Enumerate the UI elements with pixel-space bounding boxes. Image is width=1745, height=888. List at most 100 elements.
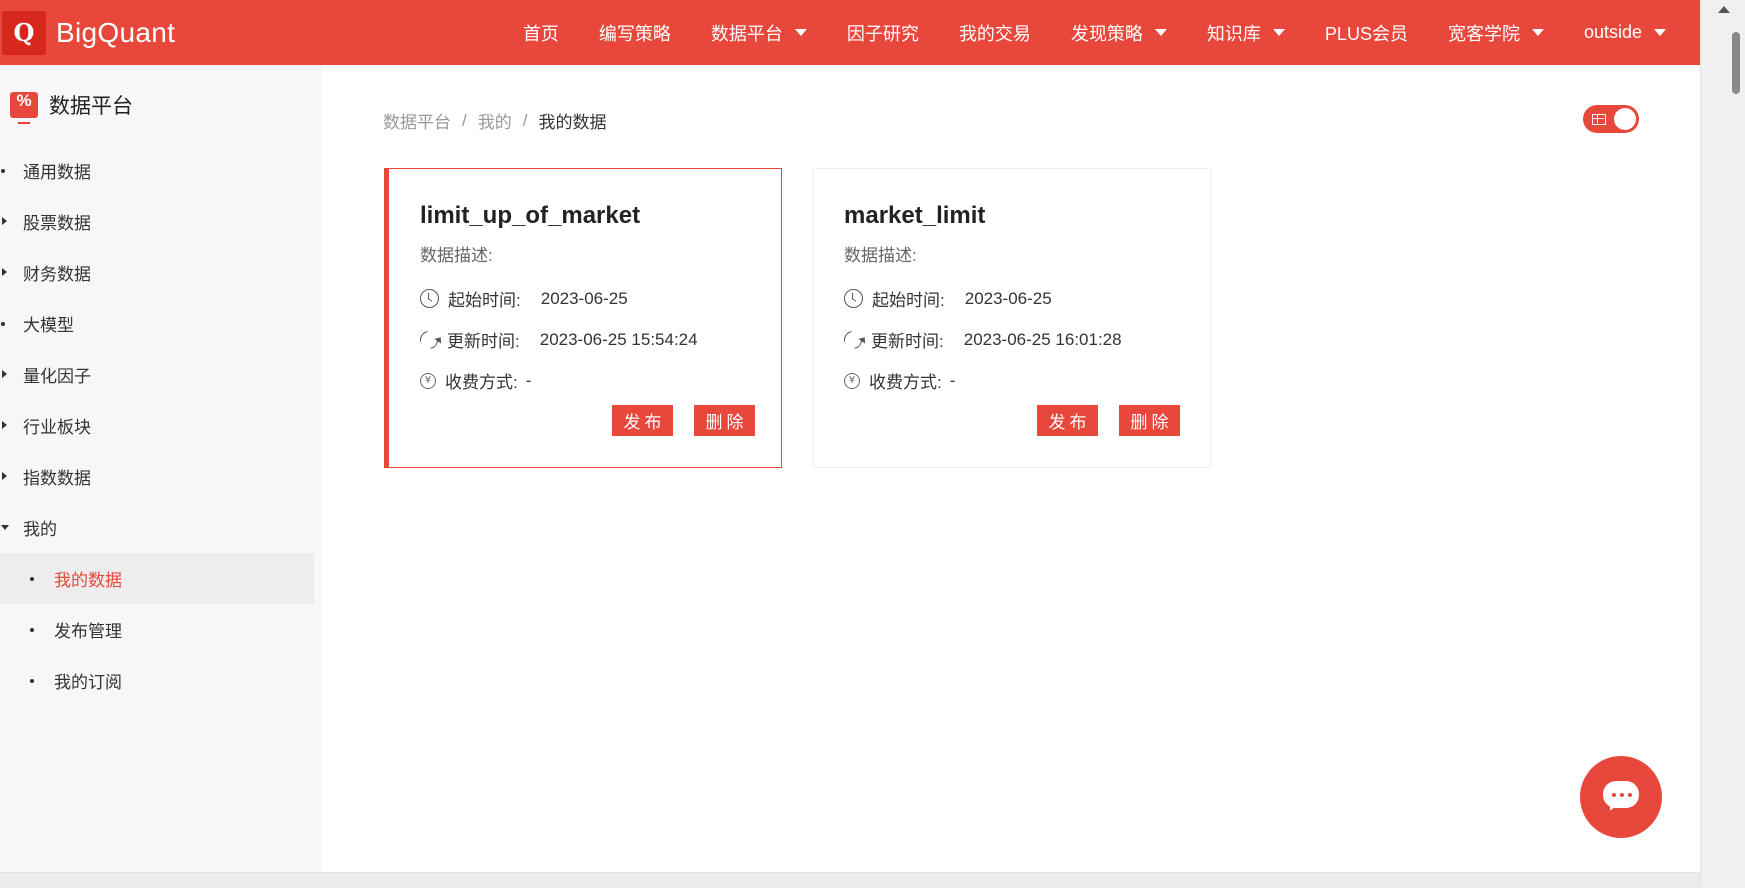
bullet-icon <box>30 577 34 581</box>
yen-icon: ¥ <box>420 372 436 389</box>
scroll-up-arrow-icon[interactable] <box>1718 6 1730 13</box>
bullet-icon <box>1 169 5 173</box>
nav-item-quant-academy[interactable]: 宽客学院 <box>1428 20 1564 46</box>
vertical-scrollbar[interactable] <box>1700 0 1745 888</box>
main-nav: 首页 编写策略 数据平台 因子研究 我的交易 发现策略 知识库 PLUS会员 宽… <box>503 20 1686 46</box>
dataset-description-label: 数据描述: <box>420 246 493 265</box>
sidebar-item-financial-data[interactable]: 财务数据 <box>0 247 322 298</box>
sidebar-item-label: 量化因子 <box>23 367 91 386</box>
nav-label: 发现策略 <box>1070 23 1143 44</box>
sidebar-item-quant-factors[interactable]: 量化因子 <box>0 349 322 400</box>
sidebar-item-label: 我的 <box>23 520 57 539</box>
sidebar-header: 数据平台 <box>0 65 322 145</box>
dataset-title[interactable]: limit_up_of_market <box>420 202 640 230</box>
start-time-label: 起始时间: <box>448 291 521 310</box>
sidebar-item-label: 我的数据 <box>54 571 122 590</box>
fee-row: ¥ 收费方式: - <box>420 368 531 393</box>
delete-button[interactable]: 删除 <box>1119 405 1180 436</box>
nav-label: 因子研究 <box>846 23 919 44</box>
expand-arrow-icon <box>2 268 7 276</box>
bullet-icon <box>1 322 5 326</box>
dataset-card[interactable]: market_limit 数据描述: 起始时间: 2023-06-25 更新时间… <box>813 168 1211 468</box>
breadcrumb-item-current: 我的数据 <box>538 113 607 132</box>
sidebar-item-stock-data[interactable]: 股票数据 <box>0 196 322 247</box>
expand-arrow-icon <box>2 370 7 378</box>
fee-value: - <box>949 370 956 390</box>
nav-item-my-trading[interactable]: 我的交易 <box>939 20 1051 46</box>
sidebar-item-index-data[interactable]: 指数数据 <box>0 451 322 502</box>
nav-item-data-platform[interactable]: 数据平台 <box>691 20 827 46</box>
view-mode-toggle[interactable] <box>1583 105 1639 133</box>
grid-view-icon <box>1592 114 1606 125</box>
chat-button[interactable] <box>1580 756 1662 838</box>
fee-label: 收费方式: <box>869 373 942 392</box>
start-time-label: 起始时间: <box>872 291 945 310</box>
brand-logo[interactable]: Q BigQuant <box>2 10 176 55</box>
start-time-row: 起始时间: 2023-06-25 <box>844 286 1052 311</box>
nav-item-write-strategy[interactable]: 编写策略 <box>579 20 691 46</box>
sidebar-item-mine[interactable]: 我的 <box>0 502 322 553</box>
nav-item-user-menu[interactable]: outside <box>1564 22 1686 43</box>
breadcrumb-item-mine[interactable]: 我的 <box>478 108 512 133</box>
sidebar-subitem-publish-management[interactable]: 发布管理 <box>0 604 322 655</box>
sidebar-item-large-model[interactable]: 大模型 <box>0 298 322 349</box>
nav-label: 编写策略 <box>598 23 671 44</box>
start-time-value: 2023-06-25 <box>540 288 628 308</box>
sidebar-subitem-my-data[interactable]: 我的数据 <box>0 553 314 604</box>
chat-dots <box>1612 793 1636 797</box>
caret-down-icon <box>1654 29 1666 36</box>
update-time-row: 更新时间: 2023-06-25 16:01:28 <box>840 326 1122 353</box>
nav-label: outside <box>1583 22 1642 42</box>
nav-item-home[interactable]: 首页 <box>503 20 579 46</box>
bullet-icon <box>30 628 34 632</box>
fee-label: 收费方式: <box>445 373 518 392</box>
breadcrumb-separator: / <box>462 110 467 130</box>
delete-button[interactable]: 删除 <box>694 405 755 436</box>
update-time-row: 更新时间: 2023-06-25 15:54:24 <box>416 326 698 353</box>
breadcrumb: 数据平台 / 我的 / 我的数据 <box>383 108 606 133</box>
sidebar-menu: 通用数据 股票数据 财务数据 大模型 量化因子 行业板块 指数数据 我的 我的数… <box>0 145 322 706</box>
publish-button[interactable]: 发布 <box>1037 405 1098 436</box>
bullet-icon <box>30 679 34 683</box>
sidebar-subitem-my-subscriptions[interactable]: 我的订阅 <box>0 655 322 706</box>
sidebar-item-label: 我的订阅 <box>54 673 122 692</box>
expand-arrow-icon <box>2 217 7 225</box>
dataset-title[interactable]: market_limit <box>844 202 985 230</box>
nav-label: 我的交易 <box>958 23 1031 44</box>
expand-arrow-icon <box>2 472 7 480</box>
chat-bubble-icon <box>1603 781 1639 808</box>
data-platform-icon <box>10 91 38 124</box>
update-time-label: 更新时间: <box>447 332 520 351</box>
refresh-icon <box>840 326 866 353</box>
nav-label: 知识库 <box>1206 23 1261 44</box>
update-time-label: 更新时间: <box>871 332 944 351</box>
sidebar-item-label: 大模型 <box>23 316 74 335</box>
scrollbar-thumb[interactable] <box>1732 32 1740 94</box>
clock-icon <box>420 289 439 308</box>
breadcrumb-item-data-platform[interactable]: 数据平台 <box>383 108 451 133</box>
dataset-card[interactable]: limit_up_of_market 数据描述: 起始时间: 2023-06-2… <box>384 168 782 468</box>
nav-label: PLUS会员 <box>1324 23 1408 44</box>
sidebar-item-label: 发布管理 <box>54 622 122 641</box>
caret-down-icon <box>1531 29 1544 36</box>
expand-arrow-icon <box>2 421 7 429</box>
nav-item-factor-research[interactable]: 因子研究 <box>827 20 939 46</box>
horizontal-scrollbar[interactable] <box>0 872 1700 888</box>
sidebar-item-label: 通用数据 <box>23 163 91 182</box>
sidebar: 数据平台 通用数据 股票数据 财务数据 大模型 量化因子 行业板块 指数数据 我… <box>0 65 322 872</box>
fee-row: ¥ 收费方式: - <box>844 368 955 393</box>
sidebar-item-label: 股票数据 <box>23 214 91 233</box>
collapse-arrow-icon <box>1 525 9 530</box>
nav-item-knowledge-base[interactable]: 知识库 <box>1187 20 1305 46</box>
start-time-value: 2023-06-25 <box>964 288 1052 308</box>
brand-name: BigQuant <box>56 16 176 48</box>
sidebar-item-industry-sectors[interactable]: 行业板块 <box>0 400 322 451</box>
refresh-icon <box>416 326 442 353</box>
nav-item-plus-member[interactable]: PLUS会员 <box>1305 20 1428 46</box>
sidebar-item-general-data[interactable]: 通用数据 <box>0 145 322 196</box>
nav-item-discover-strategy[interactable]: 发现策略 <box>1051 20 1187 46</box>
logo-mark-icon: Q <box>2 10 46 55</box>
start-time-row: 起始时间: 2023-06-25 <box>420 286 628 311</box>
publish-button[interactable]: 发布 <box>612 405 673 436</box>
top-navbar: Q BigQuant 首页 编写策略 数据平台 因子研究 我的交易 发现策略 知… <box>0 0 1700 65</box>
